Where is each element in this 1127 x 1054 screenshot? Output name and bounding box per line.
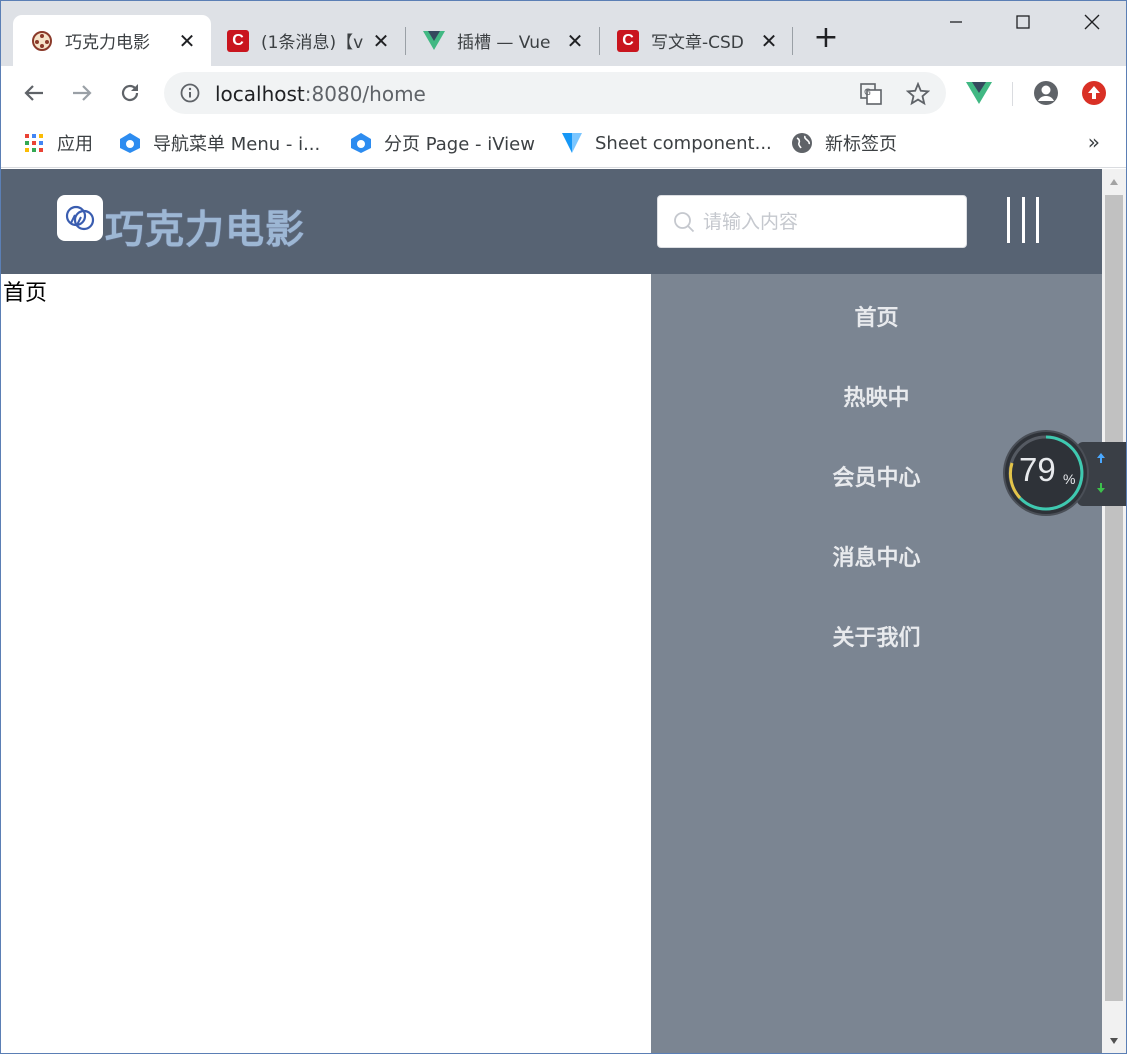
- upload-arrow-icon: [1097, 453, 1105, 463]
- vuetify-icon: [561, 132, 583, 154]
- csdn-icon: C: [227, 29, 249, 52]
- search-box[interactable]: [657, 195, 967, 248]
- close-icon[interactable]: ✕: [565, 29, 585, 53]
- minimize-icon: [950, 21, 962, 23]
- globe-icon: [791, 132, 813, 154]
- bookmarks-bar: 应用 导航菜单 Menu - i... 分页 Page - iView Shee…: [1, 120, 1126, 168]
- scroll-up-arrow-icon[interactable]: [1102, 170, 1126, 194]
- close-icon[interactable]: ✕: [177, 29, 197, 53]
- tab-vue-slots[interactable]: 插槽 — Vue ✕: [405, 15, 599, 66]
- profile-avatar-icon[interactable]: [1031, 78, 1061, 108]
- tab-title: (1条消息)【v: [261, 33, 364, 53]
- translate-icon: G: [860, 83, 882, 105]
- gauge-value: 79: [1019, 451, 1056, 488]
- iview-icon: [119, 132, 141, 154]
- apps-grid-icon: [23, 132, 45, 154]
- tab-title: 巧克力电影: [65, 33, 150, 53]
- new-tab-button[interactable]: +: [811, 23, 841, 53]
- close-window-button[interactable]: [1069, 7, 1115, 37]
- bookmark-apps[interactable]: 应用: [23, 128, 93, 158]
- vue-icon: [423, 30, 445, 52]
- bookmark-label: 应用: [57, 134, 93, 155]
- svg-text:G: G: [864, 88, 871, 98]
- bookmark-label: 新标签页: [825, 134, 897, 155]
- bookmark-vuetify-sheet[interactable]: Sheet component...: [561, 128, 772, 158]
- forward-button[interactable]: [65, 76, 99, 110]
- tab-title: 插槽 — Vue: [457, 33, 551, 53]
- csdn-icon: C: [617, 29, 639, 52]
- toolbar-divider: [1012, 82, 1013, 106]
- menu-bar: [1007, 197, 1010, 243]
- tab-strip: 巧克力电影 ✕ C (1条消息)【v ✕ 插槽 — Vue ✕ C 写文章-CS…: [1, 1, 1126, 66]
- download-arrow-icon: [1097, 483, 1105, 493]
- browser-toolbar: localhost:8080/home G: [1, 66, 1126, 120]
- search-icon: [674, 212, 695, 233]
- menu-bar: [1036, 197, 1039, 243]
- reload-icon: [121, 84, 139, 102]
- close-icon[interactable]: ✕: [759, 29, 779, 53]
- scrollbar-thumb[interactable]: [1105, 195, 1123, 1001]
- info-icon: [180, 83, 200, 103]
- tab-title: 写文章-CSD: [651, 33, 744, 53]
- tab-csdn-messages[interactable]: C (1条消息)【v ✕: [209, 15, 405, 66]
- bookmark-label: 导航菜单 Menu - i...: [153, 134, 321, 155]
- menu-item-home[interactable]: 首页: [651, 300, 1102, 332]
- tab-chocolate-movie[interactable]: 巧克力电影 ✕: [13, 15, 211, 66]
- maximize-button[interactable]: [1000, 7, 1046, 37]
- logo-text[interactable]: 巧克力电影: [105, 199, 305, 255]
- minimize-button[interactable]: [933, 7, 979, 37]
- back-arrow-icon: [24, 85, 43, 101]
- update-icon[interactable]: [1079, 78, 1109, 108]
- close-window-icon: [1084, 14, 1100, 30]
- iview-icon: [350, 132, 372, 154]
- search-input[interactable]: [703, 206, 953, 238]
- menu-toggle-icon[interactable]: [1007, 197, 1039, 245]
- page-viewport: 巧克力电影 首页 首页 热映中 会员中心 消息中心 关于我们: [1, 169, 1102, 1053]
- bookmark-iview-page[interactable]: 分页 Page - iView: [350, 128, 535, 158]
- menu-item-now-showing[interactable]: 热映中: [651, 380, 1102, 412]
- bookmarks-overflow-button[interactable]: »: [1088, 130, 1100, 154]
- browser-window: 巧克力电影 ✕ C (1条消息)【v ✕ 插槽 — Vue ✕ C 写文章-CS…: [0, 0, 1127, 1054]
- scroll-down-arrow-icon[interactable]: [1102, 1029, 1126, 1053]
- vue-devtools-icon[interactable]: [964, 78, 994, 108]
- app-header: 巧克力电影: [1, 169, 1102, 274]
- close-icon[interactable]: ✕: [371, 29, 391, 53]
- tab-separator: [792, 27, 793, 55]
- tab-csdn-write[interactable]: C 写文章-CSD ✕: [599, 15, 793, 66]
- film-reel-icon: [31, 30, 53, 52]
- url-text: localhost:8080/home: [215, 82, 426, 106]
- bookmark-label: Sheet component...: [595, 132, 772, 154]
- side-menu: 首页 热映中 会员中心 消息中心 关于我们: [651, 274, 1102, 1053]
- forward-arrow-icon: [73, 85, 92, 101]
- bookmark-star-icon: [906, 82, 930, 106]
- bookmark-iview-menu[interactable]: 导航菜单 Menu - i...: [119, 128, 320, 158]
- reload-button[interactable]: [113, 76, 147, 110]
- logo-icon[interactable]: [57, 195, 103, 241]
- back-button[interactable]: [17, 76, 51, 110]
- address-bar[interactable]: localhost:8080/home G: [164, 72, 946, 114]
- menu-item-about-us[interactable]: 关于我们: [651, 620, 1102, 652]
- bookmark-new-tab[interactable]: 新标签页: [791, 128, 897, 158]
- menu-item-message-center[interactable]: 消息中心: [651, 540, 1102, 572]
- menu-bar: [1021, 197, 1025, 243]
- gauge-unit: %: [1063, 471, 1076, 487]
- page-content-title: 首页: [3, 281, 48, 306]
- bookmark-label: 分页 Page - iView: [384, 134, 535, 155]
- maximize-icon: [1016, 15, 1030, 29]
